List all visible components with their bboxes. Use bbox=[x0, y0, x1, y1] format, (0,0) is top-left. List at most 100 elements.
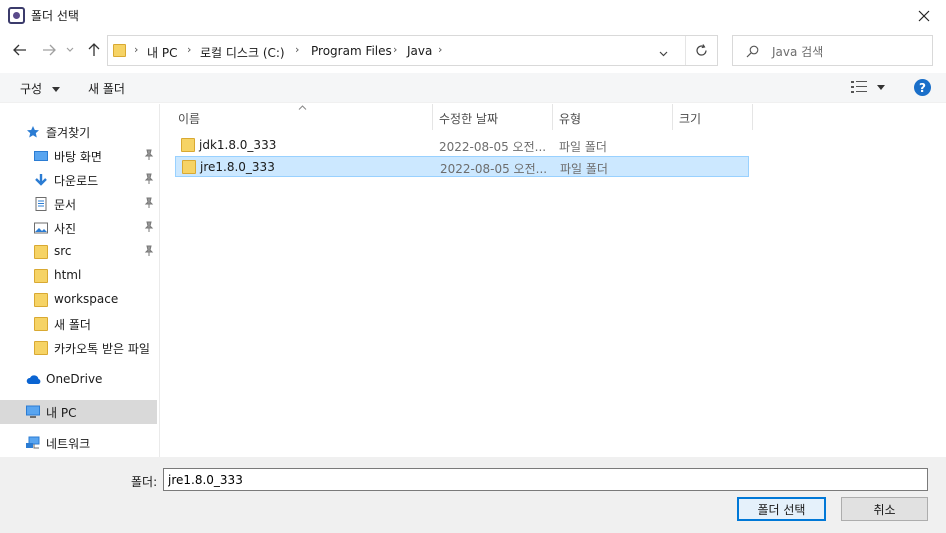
breadcrumb-separator: › bbox=[187, 43, 192, 56]
column-header-name[interactable]: 이름 bbox=[178, 110, 200, 127]
star-icon bbox=[27, 126, 39, 138]
address-bar[interactable]: › 내 PC › 로컬 디스크 (C:) › Program Files › J… bbox=[107, 35, 718, 66]
folder-icon bbox=[34, 245, 48, 259]
nav-item-html[interactable]: html bbox=[0, 264, 157, 288]
nav-onedrive[interactable]: OneDrive bbox=[0, 368, 157, 392]
nav-item-desktop[interactable]: 바탕 화면 bbox=[0, 144, 157, 168]
file-type: 파일 폴더 bbox=[560, 162, 608, 176]
chevron-down-icon bbox=[659, 51, 668, 57]
folder-icon bbox=[182, 160, 196, 174]
document-icon bbox=[35, 197, 47, 211]
nav-item-downloads[interactable]: 다운로드 bbox=[0, 168, 157, 192]
nav-label: workspace bbox=[54, 292, 119, 306]
close-button[interactable] bbox=[902, 0, 946, 31]
nav-label: 바탕 화면 bbox=[54, 150, 102, 164]
pin-icon[interactable] bbox=[143, 149, 155, 161]
nav-this-pc[interactable]: 내 PC bbox=[0, 400, 157, 424]
nav-item-pictures[interactable]: 사진 bbox=[0, 216, 157, 240]
arrow-left-icon bbox=[13, 44, 26, 56]
cancel-button[interactable]: 취소 bbox=[841, 497, 928, 521]
breadcrumb-this-pc[interactable]: 내 PC bbox=[147, 44, 177, 61]
file-list: 이름 수정한 날짜 유형 크기 jdk1.8.0_333 2022-08-05 … bbox=[160, 104, 946, 457]
window-title: 폴더 선택 bbox=[31, 9, 79, 23]
breadcrumb-separator: › bbox=[438, 43, 443, 56]
view-options-button[interactable] bbox=[851, 81, 889, 95]
nav-label: 사진 bbox=[54, 222, 77, 236]
organize-label: 구성 bbox=[20, 82, 43, 96]
cloud-icon bbox=[26, 375, 41, 384]
breadcrumb-separator: › bbox=[393, 43, 398, 56]
pin-icon[interactable] bbox=[143, 197, 155, 209]
folder-name-input[interactable] bbox=[163, 468, 928, 491]
picture-icon bbox=[34, 222, 48, 234]
file-modified: 2022-08-05 오전... bbox=[439, 140, 547, 154]
folder-label: 폴더: bbox=[131, 475, 158, 489]
nav-item-documents[interactable]: 문서 bbox=[0, 192, 157, 216]
computer-icon bbox=[26, 405, 40, 418]
folder-icon bbox=[113, 44, 126, 57]
search-input[interactable]: Java 검색 bbox=[732, 35, 933, 66]
forward-button[interactable] bbox=[38, 38, 60, 62]
column-header-size[interactable]: 크기 bbox=[679, 110, 701, 127]
back-button[interactable] bbox=[9, 38, 31, 62]
folder-icon bbox=[34, 317, 48, 331]
nav-label: src bbox=[54, 244, 72, 258]
column-divider[interactable] bbox=[432, 104, 433, 130]
file-modified: 2022-08-05 오전... bbox=[440, 162, 548, 176]
arrow-right-icon bbox=[43, 44, 56, 56]
refresh-button[interactable] bbox=[695, 44, 709, 58]
column-header-type[interactable]: 유형 bbox=[559, 110, 581, 127]
nav-network[interactable]: 네트워크 bbox=[0, 431, 157, 455]
column-header-modified[interactable]: 수정한 날짜 bbox=[439, 110, 498, 127]
pin-icon[interactable] bbox=[143, 245, 155, 257]
column-divider[interactable] bbox=[672, 104, 673, 130]
folder-icon bbox=[34, 341, 48, 355]
file-type: 파일 폴더 bbox=[559, 140, 607, 154]
new-folder-button[interactable]: 새 폴더 bbox=[88, 80, 125, 97]
breadcrumb-local-disk[interactable]: 로컬 디스크 (C:) bbox=[200, 44, 285, 61]
address-dropdown-button[interactable] bbox=[659, 46, 673, 57]
organize-button[interactable]: 구성 bbox=[20, 80, 60, 97]
folder-icon bbox=[181, 138, 195, 152]
recent-locations-button[interactable] bbox=[62, 38, 78, 62]
caret-down-icon bbox=[51, 87, 60, 92]
title-bar: 폴더 선택 bbox=[0, 0, 946, 31]
file-name: jdk1.8.0_333 bbox=[199, 138, 277, 152]
navigation-pane: 즐겨찾기 바탕 화면 다운로드 문서 사진 src html workspace… bbox=[0, 104, 160, 457]
nav-item-src[interactable]: src bbox=[0, 240, 157, 264]
column-divider[interactable] bbox=[552, 104, 553, 130]
nav-label: 내 PC bbox=[46, 406, 77, 420]
nav-label: OneDrive bbox=[46, 372, 103, 386]
arrow-up-icon bbox=[88, 43, 100, 56]
file-name: jre1.8.0_333 bbox=[200, 160, 275, 174]
nav-label: html bbox=[54, 268, 82, 282]
network-icon bbox=[26, 436, 40, 449]
nav-item-new-folder[interactable]: 새 폴더 bbox=[0, 312, 157, 336]
nav-label: 즐겨찾기 bbox=[46, 126, 91, 140]
details-view-icon bbox=[851, 81, 867, 93]
nav-item-kakaotalk-files[interactable]: 카카오톡 받은 파일 bbox=[0, 336, 157, 360]
breadcrumb-program-files[interactable]: Program Files bbox=[311, 44, 392, 58]
download-icon bbox=[35, 174, 47, 186]
nav-label: 다운로드 bbox=[54, 174, 99, 188]
breadcrumb-separator: › bbox=[134, 43, 139, 56]
nav-label: 새 폴더 bbox=[54, 318, 91, 332]
column-divider[interactable] bbox=[752, 104, 753, 130]
nav-item-workspace[interactable]: workspace bbox=[0, 288, 157, 312]
table-row[interactable]: jdk1.8.0_333 2022-08-05 오전... 파일 폴더 bbox=[175, 135, 749, 156]
search-placeholder: Java 검색 bbox=[772, 45, 824, 59]
pin-icon[interactable] bbox=[143, 173, 155, 185]
divider bbox=[685, 36, 686, 65]
breadcrumb-java[interactable]: Java bbox=[407, 44, 432, 58]
nav-label: 문서 bbox=[54, 198, 77, 212]
toolbar: 구성 새 폴더 bbox=[0, 73, 946, 103]
select-folder-button[interactable]: 폴더 선택 bbox=[737, 497, 826, 521]
up-button[interactable] bbox=[83, 38, 105, 62]
table-row-selected[interactable]: jre1.8.0_333 2022-08-05 오전... 파일 폴더 bbox=[175, 156, 749, 177]
sort-ascending-icon bbox=[298, 105, 307, 110]
pin-icon[interactable] bbox=[143, 221, 155, 233]
search-icon bbox=[746, 45, 759, 58]
caret-down-icon bbox=[877, 85, 885, 90]
nav-quick-access[interactable]: 즐겨찾기 bbox=[0, 120, 157, 144]
help-icon[interactable]: ? bbox=[914, 79, 931, 96]
